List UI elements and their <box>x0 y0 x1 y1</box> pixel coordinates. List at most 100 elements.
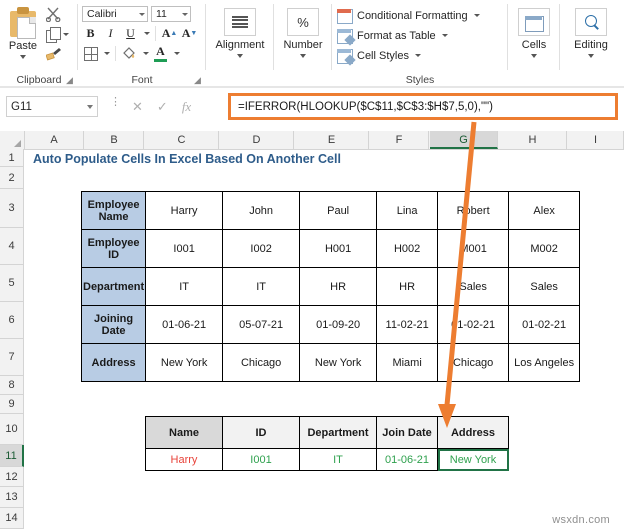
column-header-b[interactable]: B <box>85 131 144 149</box>
row-header-4[interactable]: 4 <box>0 228 24 265</box>
paste-button[interactable]: Paste <box>0 3 46 68</box>
cell-name-4[interactable]: Lina <box>376 191 439 230</box>
result-value-address[interactable]: New York <box>437 448 509 471</box>
format-painter-button[interactable] <box>45 46 62 62</box>
cell-dept-6[interactable]: Sales <box>508 267 581 306</box>
insert-function-icon[interactable]: fx <box>182 99 191 115</box>
formula-bar-handle[interactable]: ⋮ <box>110 97 121 113</box>
row-header-14[interactable]: 14 <box>0 508 24 529</box>
result-value-department[interactable]: IT <box>299 448 377 471</box>
cell-name-5[interactable]: Robert <box>437 191 510 230</box>
cell-addr-3[interactable]: New York <box>299 343 378 382</box>
result-value-name[interactable]: Harry <box>145 448 223 471</box>
row-header-1[interactable]: 1 <box>0 149 24 167</box>
column-header-c[interactable]: C <box>145 131 219 149</box>
copy-button[interactable] <box>46 26 69 43</box>
cell-id-3[interactable]: H001 <box>299 229 378 268</box>
row-header-10[interactable]: 10 <box>0 414 24 445</box>
column-header-h[interactable]: H <box>499 131 567 149</box>
cell-addr-2[interactable]: Chicago <box>222 343 301 382</box>
row-header-3[interactable]: 3 <box>0 189 24 228</box>
italic-button[interactable]: I <box>102 25 119 42</box>
cell-id-2[interactable]: I002 <box>222 229 301 268</box>
chevron-down-icon[interactable] <box>87 104 93 109</box>
borders-dropdown-caret[interactable] <box>104 52 110 55</box>
conditional-formatting-button[interactable]: Conditional Formatting <box>337 7 480 24</box>
fill-color-dropdown-caret[interactable] <box>143 52 149 55</box>
format-as-table-caret[interactable] <box>441 34 448 37</box>
cell-date-5[interactable]: 01-02-21 <box>437 305 510 344</box>
alignment-button[interactable]: Alignment <box>206 3 274 68</box>
increase-font-size-button[interactable]: A ▲ <box>161 25 178 42</box>
font-dialog-launcher[interactable]: ◢ <box>194 76 203 85</box>
cell-styles-button[interactable]: Cell Styles <box>337 47 480 66</box>
cell-dept-3[interactable]: HR <box>299 267 378 306</box>
cell-id-5[interactable]: M001 <box>437 229 510 268</box>
editing-dropdown-caret[interactable] <box>588 54 594 58</box>
cell-addr-4[interactable]: Miami <box>376 343 439 382</box>
borders-button[interactable] <box>82 45 99 62</box>
column-header-f[interactable]: F <box>370 131 429 149</box>
row-header-5[interactable]: 5 <box>0 265 24 302</box>
select-all-corner[interactable] <box>0 131 25 149</box>
cell-dept-1[interactable]: IT <box>145 267 224 306</box>
font-color-button[interactable]: A <box>152 45 169 62</box>
confirm-icon[interactable]: ✓ <box>157 99 168 115</box>
underline-button[interactable]: U <box>122 25 139 42</box>
row-header-12[interactable]: 12 <box>0 467 24 487</box>
cell-name-2[interactable]: John <box>222 191 301 230</box>
clipboard-dialog-launcher[interactable]: ◢ <box>66 76 75 85</box>
number-dropdown-caret[interactable] <box>300 54 306 58</box>
column-header-g[interactable]: G <box>430 131 498 149</box>
cell-dept-2[interactable]: IT <box>222 267 301 306</box>
conditional-formatting-caret[interactable] <box>473 14 480 17</box>
cancel-icon[interactable]: ✕ <box>132 99 143 115</box>
cell-date-2[interactable]: 05-07-21 <box>222 305 301 344</box>
alignment-dropdown-caret[interactable] <box>237 54 243 58</box>
cell-addr-5[interactable]: Chicago <box>437 343 510 382</box>
cell-id-4[interactable]: H002 <box>376 229 439 268</box>
cell-dept-4[interactable]: HR <box>376 267 439 306</box>
cut-button[interactable] <box>45 6 61 22</box>
result-value-join-date[interactable]: 01-06-21 <box>376 448 438 471</box>
cell-name-6[interactable]: Alex <box>508 191 581 230</box>
decrease-font-size-button[interactable]: A ▼ <box>181 25 198 42</box>
row-header-11[interactable]: 11 <box>0 445 24 467</box>
cell-date-6[interactable]: 01-02-21 <box>508 305 581 344</box>
row-header-6[interactable]: 6 <box>0 302 24 339</box>
cell-date-3[interactable]: 01-09-20 <box>299 305 378 344</box>
row-header-9[interactable]: 9 <box>0 395 24 414</box>
font-name-combo[interactable]: Calibri <box>82 6 148 22</box>
cell-id-1[interactable]: I001 <box>145 229 224 268</box>
font-size-combo[interactable]: 11 <box>151 6 191 22</box>
format-as-table-button[interactable]: Format as Table <box>337 27 480 46</box>
column-header-i[interactable]: I <box>568 131 624 149</box>
cell-name-3[interactable]: Paul <box>299 191 378 230</box>
cell-dept-5[interactable]: Sales <box>437 267 510 306</box>
column-header-d[interactable]: D <box>220 131 294 149</box>
editing-button[interactable]: Editing <box>560 3 622 68</box>
cell-id-6[interactable]: M002 <box>508 229 581 268</box>
number-button[interactable]: % Number <box>274 3 332 68</box>
column-header-e[interactable]: E <box>295 131 369 149</box>
cell-addr-6[interactable]: Los Angeles <box>508 343 581 382</box>
cell-date-1[interactable]: 01-06-21 <box>145 305 224 344</box>
result-value-id[interactable]: I001 <box>222 448 300 471</box>
cells-button[interactable]: Cells <box>508 3 560 68</box>
formula-input[interactable]: =IFERROR(HLOOKUP($C$11,$C$3:$H$7,5,0),""… <box>228 93 618 120</box>
cell-name-1[interactable]: Harry <box>145 191 224 230</box>
column-header-a[interactable]: A <box>25 131 84 149</box>
bold-button[interactable]: B <box>82 25 99 42</box>
row-header-8[interactable]: 8 <box>0 376 24 395</box>
underline-dropdown-caret[interactable] <box>144 32 150 35</box>
cells-dropdown-caret[interactable] <box>531 54 537 58</box>
cell-date-4[interactable]: 11-02-21 <box>376 305 439 344</box>
cell-styles-caret[interactable] <box>414 54 421 57</box>
row-header-13[interactable]: 13 <box>0 487 24 508</box>
font-color-dropdown-caret[interactable] <box>174 52 180 55</box>
name-box[interactable]: G11 <box>6 96 98 117</box>
paste-dropdown-caret[interactable] <box>20 55 26 59</box>
cell-addr-1[interactable]: New York <box>145 343 224 382</box>
copy-dropdown-caret[interactable] <box>63 32 69 36</box>
fill-color-button[interactable] <box>121 45 138 62</box>
